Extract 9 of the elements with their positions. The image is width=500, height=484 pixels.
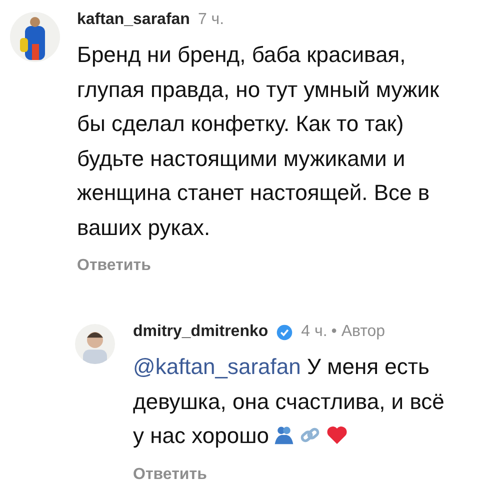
mention-link[interactable]: @kaftan_sarafan [133, 354, 301, 379]
comment-time: 7 ч. [198, 10, 224, 30]
comment-text: Бренд ни бренд, баба красивая, глупая правда, но тут умный мужик бы сделал конфетку. Как то так) будьте настоящими мужиками и женщина станет настоящей. Все в ваших руках. [77, 41, 440, 242]
comment-text: @kaftan_sarafan У меня есть девушка, она счастлива, и всё у нас хорошо [133, 353, 446, 450]
comment-time: 4 ч. [301, 322, 328, 342]
username[interactable]: kaftan_sarafan [77, 8, 190, 32]
people-hugging-icon [272, 424, 295, 446]
author-tag: • Автор [331, 320, 386, 344]
username[interactable]: dmitry_dmitrenko [133, 320, 268, 344]
